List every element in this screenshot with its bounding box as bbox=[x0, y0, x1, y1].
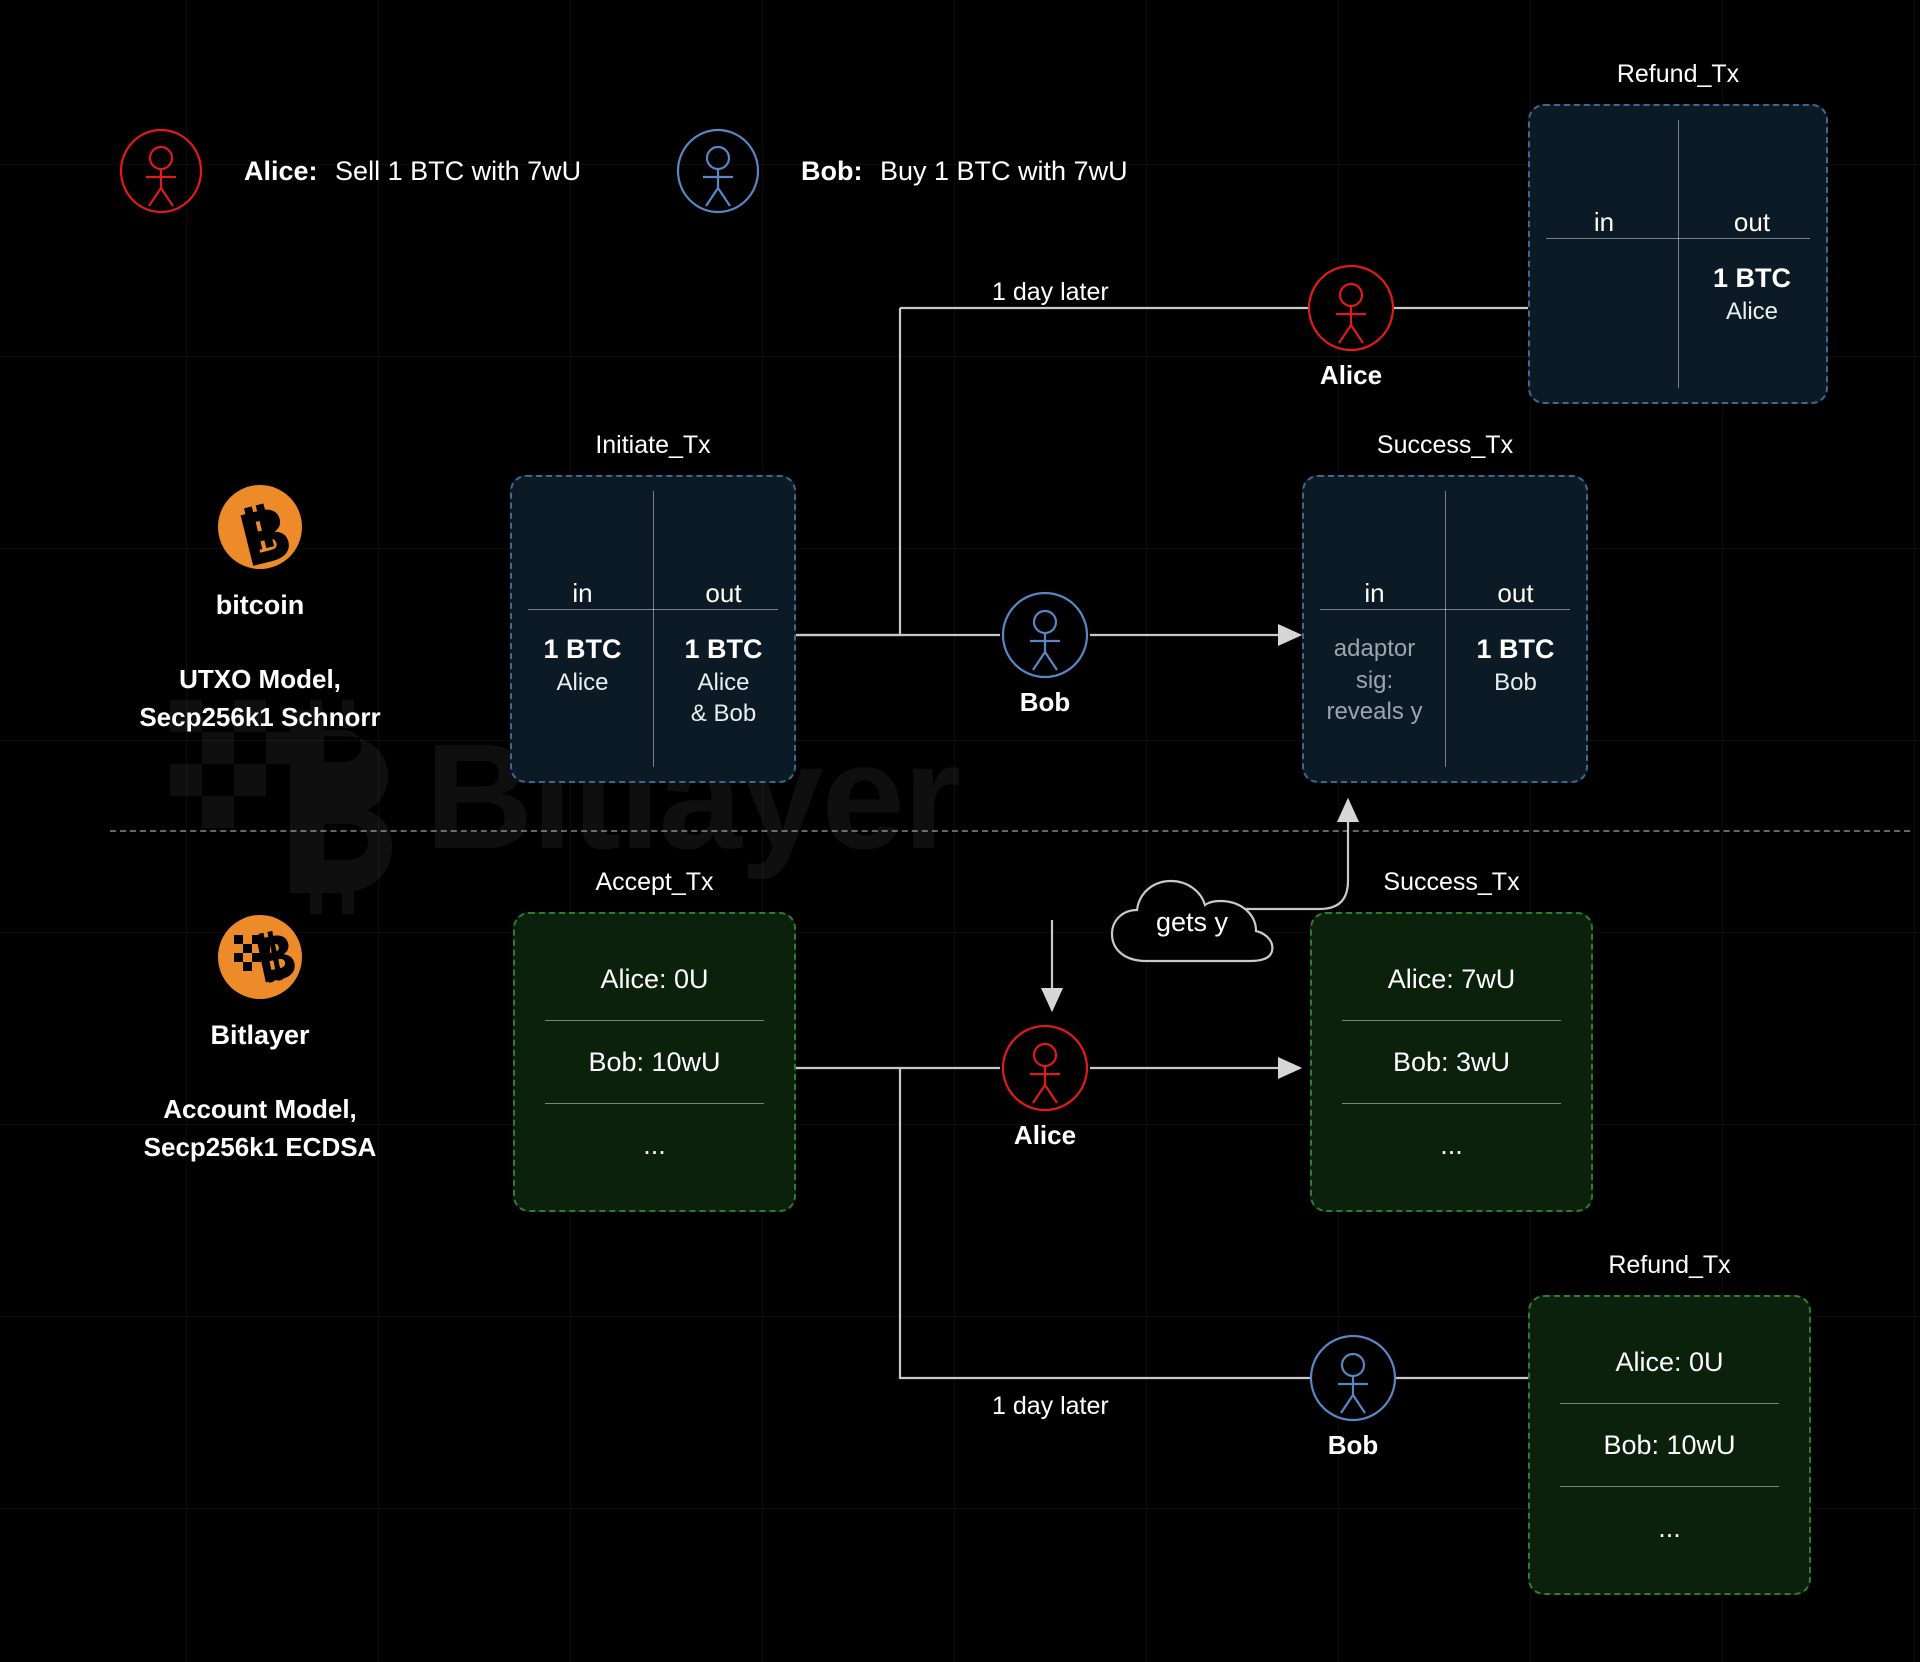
legend-item-bob: Bob: Buy 1 BTC with 7wU bbox=[675, 128, 1128, 214]
accept-btl-row-2: Bob: 10wU bbox=[588, 1046, 721, 1077]
success-btc-in-note-line1: adaptor bbox=[1333, 635, 1416, 662]
tx-box-success-btl[interactable]: Success_Tx Alice: 7wU Bob: 3wU ... bbox=[1310, 868, 1593, 1212]
cloud-label-gets-y: gets y bbox=[1155, 907, 1229, 938]
tx-title-initiate-btc: Initiate_Tx bbox=[595, 431, 711, 459]
success-btl-row-2: Bob: 3wU bbox=[1392, 1046, 1511, 1077]
refund-btc-in-column: in bbox=[1530, 106, 1678, 402]
bob-stick-figure-icon bbox=[1001, 591, 1089, 679]
chain-model-bitcoin: UTXO Model, Secp256k1 Schnorr bbox=[50, 661, 470, 736]
alice-stick-figure-icon bbox=[1307, 264, 1395, 352]
tx-box-initiate-btc[interactable]: Initiate_Tx in 1 BTC Alice out 1 BTC Ali… bbox=[510, 431, 796, 783]
tx-body-success-btc: in adaptor sig: reveals y out 1 BTC Bob bbox=[1302, 475, 1588, 783]
refund-btl-row-1: Alice: 0U bbox=[1615, 1346, 1724, 1377]
initiate-btc-in-label: in bbox=[572, 578, 593, 608]
tx-title-refund-btl: Refund_Tx bbox=[1608, 1251, 1731, 1279]
bitlayer-logo-icon bbox=[218, 915, 302, 999]
success-btc-out-column: out 1 BTC Bob bbox=[1445, 477, 1586, 781]
tx-body-refund-btc: in out 1 BTC Alice bbox=[1528, 104, 1828, 404]
refund-btc-out-who: Alice bbox=[1725, 297, 1779, 325]
success-btc-in-label: in bbox=[1364, 578, 1385, 608]
success-btc-out-who: Bob bbox=[1494, 668, 1537, 696]
refund-btl-row-3: ... bbox=[1658, 1512, 1681, 1543]
success-btc-out-label: out bbox=[1497, 578, 1534, 608]
initiate-btc-out-amount: 1 BTC bbox=[684, 634, 763, 664]
legend-desc-bob: Buy 1 BTC with 7wU bbox=[880, 155, 1128, 186]
tx-box-refund-btc[interactable]: Refund_Tx in out 1 BTC Alice bbox=[1528, 60, 1828, 404]
chain-name-bitlayer: Bitlayer bbox=[210, 1020, 310, 1050]
tx-body-initiate-btc: in 1 BTC Alice out 1 BTC Alice & Bob bbox=[510, 475, 796, 783]
tx-title-success-btl: Success_Tx bbox=[1383, 868, 1520, 896]
chain-model-bitlayer-line1: Account Model, bbox=[163, 1094, 357, 1124]
tx-body-refund-btl: Alice: 0U Bob: 10wU ... bbox=[1528, 1295, 1811, 1595]
initiate-btc-in-amount: 1 BTC bbox=[543, 634, 622, 664]
chain-model-bitcoin-line2: Secp256k1 Schnorr bbox=[139, 701, 381, 732]
initiate-btc-out-label: out bbox=[705, 578, 742, 608]
legend-desc-alice: Sell 1 BTC with 7wU bbox=[335, 155, 582, 186]
tx-title-success-btc: Success_Tx bbox=[1376, 431, 1514, 459]
tx-title-refund-btc: Refund_Tx bbox=[1616, 60, 1740, 88]
cloud-gets-y[interactable]: gets y bbox=[1108, 875, 1276, 967]
actor-label-bob-bottom: Bob bbox=[1327, 1430, 1379, 1460]
initiate-btc-out-who-line1: Alice bbox=[697, 668, 750, 696]
initiate-btc-out-column: out 1 BTC Alice & Bob bbox=[653, 477, 794, 781]
chain-column-bitcoin: bitcoin UTXO Model, Secp256k1 Schnorr bbox=[50, 485, 470, 736]
refund-btc-in-label: in bbox=[1593, 207, 1615, 237]
bob-stick-figure-icon bbox=[676, 128, 760, 214]
bob-stick-figure-icon bbox=[1309, 1334, 1397, 1422]
actor-label-bob-mid: Bob bbox=[1019, 687, 1071, 717]
refund-btl-row-2: Bob: 10wU bbox=[1603, 1429, 1736, 1460]
success-btc-in-note-line2: sig: bbox=[1355, 666, 1394, 694]
refund-btc-out-amount: 1 BTC bbox=[1712, 263, 1791, 293]
initiate-btc-in-column: in 1 BTC Alice bbox=[512, 477, 653, 781]
success-btc-out-amount: 1 BTC bbox=[1476, 634, 1555, 664]
diagram-canvas: Bitlayer Alice: Sell 1 BTC with 7wU Bob:… bbox=[0, 0, 1920, 1662]
legend-name-alice: Alice: bbox=[244, 155, 318, 186]
actor-label-alice-mid: Alice bbox=[1013, 1120, 1077, 1150]
alice-stick-figure-icon bbox=[119, 128, 203, 214]
success-btc-in-note-line3: reveals y bbox=[1326, 698, 1423, 726]
success-btl-row-3: ... bbox=[1440, 1129, 1463, 1160]
accept-btl-row-1: Alice: 0U bbox=[600, 963, 709, 994]
legend-item-alice: Alice: Sell 1 BTC with 7wU bbox=[118, 128, 581, 214]
tx-box-accept-btl[interactable]: Accept_Tx Alice: 0U Bob: 10wU ... bbox=[513, 868, 796, 1212]
initiate-btc-out-who-line2: & Bob bbox=[690, 699, 757, 727]
chain-name-bitcoin: bitcoin bbox=[215, 590, 305, 620]
success-btl-row-1: Alice: 7wU bbox=[1387, 963, 1516, 994]
edge-label-day-later-bottom: 1 day later bbox=[992, 1392, 1109, 1420]
chain-column-bitlayer: Bitlayer Account Model, Secp256k1 ECDSA bbox=[50, 915, 470, 1166]
legend-label-bob: Bob: Buy 1 BTC with 7wU bbox=[801, 156, 1128, 187]
tx-box-refund-btl[interactable]: Refund_Tx Alice: 0U Bob: 10wU ... bbox=[1528, 1251, 1811, 1595]
edge-label-day-later-top: 1 day later bbox=[992, 278, 1109, 306]
chain-model-bitlayer-line2: Secp256k1 ECDSA bbox=[143, 1131, 377, 1162]
tx-box-success-btc[interactable]: Success_Tx in adaptor sig: reveals y out… bbox=[1302, 431, 1588, 783]
actor-label-alice-top: Alice bbox=[1319, 360, 1383, 390]
alice-stick-figure-icon bbox=[1001, 1024, 1089, 1112]
bitcoin-logo-icon bbox=[218, 485, 302, 569]
legend-name-bob: Bob: bbox=[801, 155, 863, 186]
success-btc-in-column: in adaptor sig: reveals y bbox=[1304, 477, 1445, 781]
chain-model-bitlayer: Account Model, Secp256k1 ECDSA bbox=[50, 1091, 470, 1166]
refund-btc-out-label: out bbox=[1733, 207, 1771, 237]
tx-title-accept-btl: Accept_Tx bbox=[595, 868, 714, 896]
tx-body-success-btl: Alice: 7wU Bob: 3wU ... bbox=[1310, 912, 1593, 1212]
accept-btl-row-3: ... bbox=[643, 1129, 666, 1160]
tx-body-accept-btl: Alice: 0U Bob: 10wU ... bbox=[513, 912, 796, 1212]
initiate-btc-in-who: Alice bbox=[556, 668, 609, 696]
refund-btc-out-column: out 1 BTC Alice bbox=[1678, 106, 1826, 402]
chain-model-bitcoin-line1: UTXO Model, bbox=[179, 664, 341, 694]
chain-divider bbox=[110, 830, 1910, 832]
legend-label-alice: Alice: Sell 1 BTC with 7wU bbox=[244, 156, 581, 187]
